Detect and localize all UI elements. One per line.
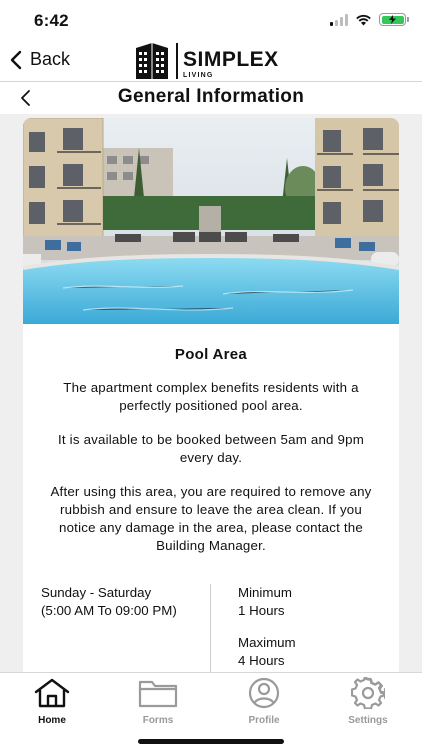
minimum-block: Minimum 1 Hours [238, 584, 296, 620]
page-title: General Information [117, 86, 305, 107]
maximum-value: 4 Hours [238, 653, 285, 668]
back-label: Back [30, 49, 71, 69]
maximum-label: Maximum [238, 635, 296, 650]
maximum-block: Maximum 4 Hours [238, 634, 296, 670]
pool-photo [23, 118, 399, 324]
status-icons [330, 13, 409, 26]
tab-profile[interactable]: Profile [224, 677, 304, 726]
schedule-hours: (5:00 AM To 09:00 PM) [41, 603, 177, 618]
gear-icon [350, 675, 387, 710]
status-time: 6:42 [34, 11, 69, 30]
tab-home[interactable]: Home [12, 677, 92, 726]
tab-settings[interactable]: Settings [328, 675, 408, 726]
navigation-bar: Back SIMPLEX LIVING [0, 40, 422, 82]
minimum-value: 1 Hours [238, 603, 285, 618]
schedule-days: Sunday - Saturday [41, 585, 152, 600]
chevron-left-icon [10, 50, 22, 69]
brand-logo: SIMPLEX LIVING [134, 40, 279, 80]
home-indicator [138, 739, 284, 744]
tab-label: Settings [348, 715, 388, 726]
home-icon [34, 678, 70, 708]
folder-icon [138, 680, 178, 708]
page-header: General Information [0, 82, 422, 114]
brand-text: SIMPLEX LIVING [176, 43, 279, 79]
card-paragraph: The apartment complex benefits residents… [63, 380, 359, 413]
card-paragraph: After using this area, you are required … [50, 484, 372, 553]
battery-icon [379, 13, 409, 26]
info-card: Pool Area The apartment complex benefits… [23, 118, 399, 678]
building-logo-icon [136, 43, 168, 79]
schedule-column: Sunday - Saturday (5:00 AM To 09:00 PM) [23, 584, 211, 678]
status-bar: 6:42 [0, 0, 422, 40]
booking-info: Sunday - Saturday (5:00 AM To 09:00 PM) … [23, 584, 399, 678]
minimum-label: Minimum [238, 585, 292, 600]
brand-name: SIMPLEX [183, 48, 279, 71]
tab-label: Forms [142, 715, 174, 726]
tab-label: Home [38, 715, 66, 726]
brand-sub: LIVING [183, 72, 214, 79]
tab-label: Profile [248, 715, 280, 726]
duration-column: Minimum 1 Hours Maximum 4 Hours [211, 584, 296, 678]
card-title: Pool Area [174, 346, 248, 363]
profile-icon [248, 677, 280, 709]
cellular-signal-icon [330, 13, 348, 26]
tab-forms[interactable]: Forms [118, 677, 198, 726]
wifi-icon [356, 14, 371, 25]
card-paragraph: It is available to be booked between 5am… [57, 432, 365, 465]
back-button[interactable]: Back [10, 49, 70, 70]
